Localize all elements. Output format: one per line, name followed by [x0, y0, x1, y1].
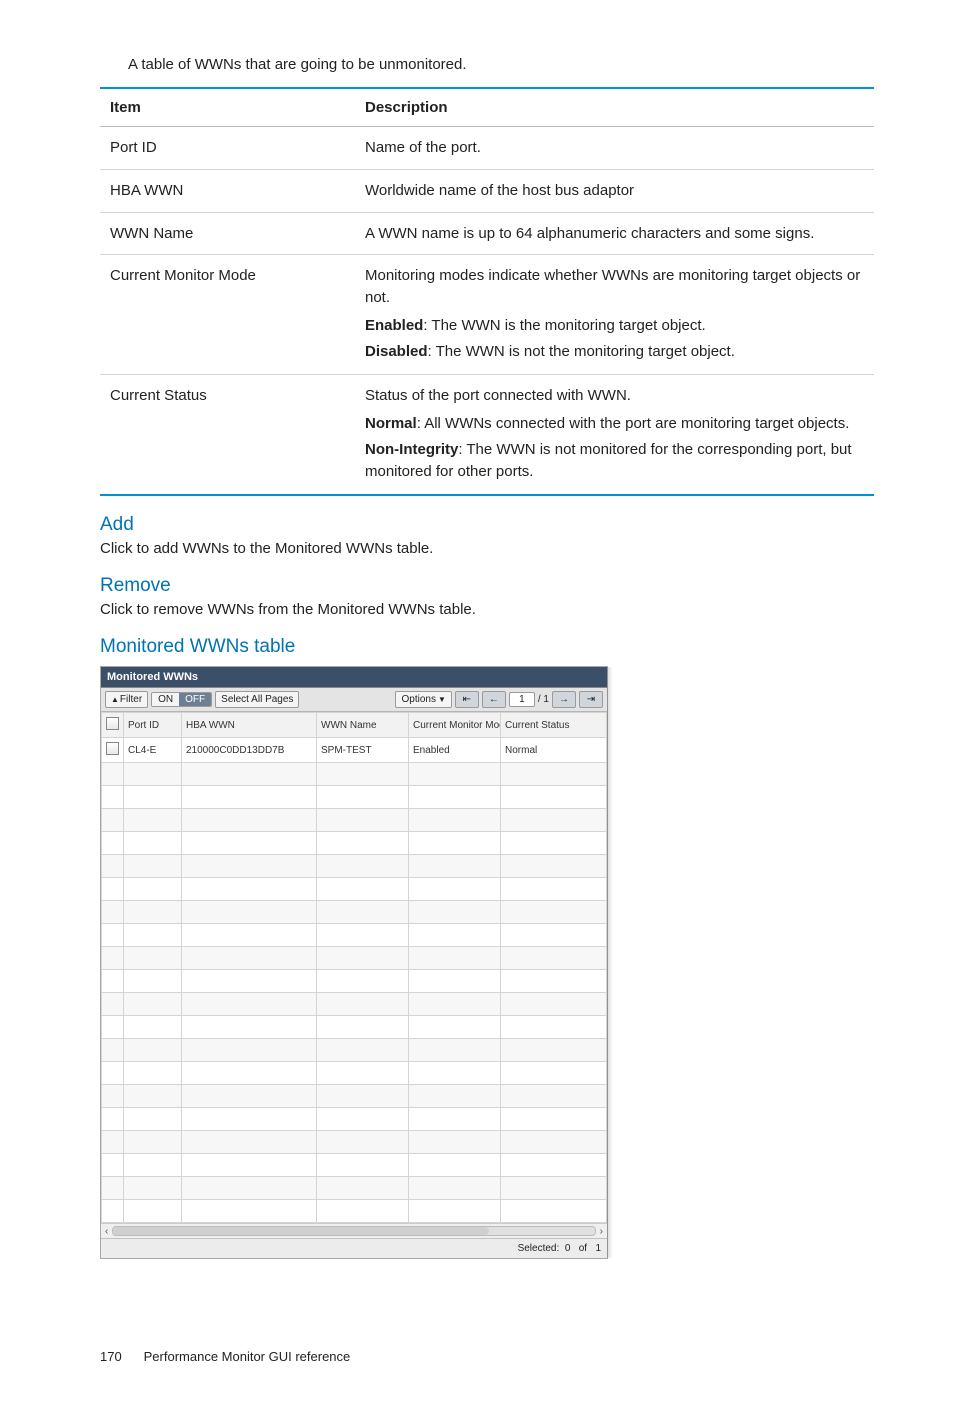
section-remove-title: Remove [100, 575, 874, 597]
table-row [102, 901, 607, 924]
col-status[interactable]: Current Status [501, 713, 607, 738]
section-remove-body: Click to remove WWNs from the Monitored … [100, 601, 874, 618]
desc-item: Current Monitor Mode [100, 255, 355, 375]
horizontal-scrollbar[interactable]: ‹ › [101, 1223, 607, 1238]
table-row[interactable]: CL4-E210000C0DD13DD7BSPM-TESTEnabledNorm… [102, 738, 607, 763]
table-row [102, 1177, 607, 1200]
select-all-pages-button[interactable]: Select All Pages [215, 691, 299, 708]
filter-button[interactable]: ▲Filter [105, 691, 148, 708]
options-button[interactable]: Options▼ [395, 691, 451, 708]
table-row [102, 855, 607, 878]
collapse-icon: ▲ [111, 693, 117, 706]
col-monitor-mode[interactable]: Current Monitor Mode [409, 713, 501, 738]
chevron-down-icon: ▼ [438, 693, 446, 706]
desc-text: A WWN name is up to 64 alphanumeric char… [355, 212, 874, 255]
table-row [102, 1039, 607, 1062]
table-row [102, 924, 607, 947]
table-row [102, 1131, 607, 1154]
col-checkbox[interactable] [102, 713, 124, 738]
table-row [102, 1154, 607, 1177]
desc-text: Monitoring modes indicate whether WWNs a… [355, 255, 874, 375]
table-row [102, 1062, 607, 1085]
cell-wwn-name: SPM-TEST [317, 738, 409, 763]
desc-text: Name of the port. [355, 127, 874, 170]
desc-item: HBA WWN [100, 169, 355, 212]
desc-item: WWN Name [100, 212, 355, 255]
col-wwn-name[interactable]: WWN Name [317, 713, 409, 738]
section-add-title: Add [100, 514, 874, 536]
table-row [102, 947, 607, 970]
on-off-toggle[interactable]: ON OFF [151, 692, 212, 707]
desc-item: Port ID [100, 127, 355, 170]
table-row [102, 809, 607, 832]
th-item: Item [100, 88, 355, 127]
page-footer: 170 Performance Monitor GUI reference [100, 1349, 874, 1364]
page-input[interactable]: 1 [509, 692, 535, 707]
table-row [102, 832, 607, 855]
intro-text: A table of WWNs that are going to be unm… [128, 56, 874, 73]
next-page-button[interactable]: → [552, 691, 576, 708]
desc-item: Current Status [100, 375, 355, 496]
table-row [102, 1085, 607, 1108]
table-row [102, 1108, 607, 1131]
panel-toolbar: ▲Filter ON OFF Select All Pages Options▼… [101, 688, 607, 712]
toggle-on[interactable]: ON [152, 693, 179, 706]
description-table: Item Description Port IDName of the port… [100, 87, 874, 496]
table-row [102, 786, 607, 809]
table-row [102, 1016, 607, 1039]
data-grid: Port ID HBA WWN WWN Name Current Monitor… [101, 712, 607, 1238]
page-footer-title: Performance Monitor GUI reference [144, 1349, 351, 1364]
scrollbar-thumb[interactable] [113, 1227, 488, 1235]
table-row [102, 993, 607, 1016]
desc-text: Worldwide name of the host bus adaptor [355, 169, 874, 212]
table-row [102, 970, 607, 993]
table-row [102, 763, 607, 786]
th-description: Description [355, 88, 874, 127]
table-row [102, 878, 607, 901]
checkbox-icon[interactable] [106, 717, 119, 730]
col-port-id[interactable]: Port ID [124, 713, 182, 738]
desc-text: Status of the port connected with WWN.No… [355, 375, 874, 496]
cell-status: Normal [501, 738, 607, 763]
toggle-off[interactable]: OFF [179, 693, 211, 706]
first-page-button[interactable]: ⇤ [455, 691, 479, 708]
last-page-button[interactable]: ⇥ [579, 691, 603, 708]
cell-hba-wwn: 210000C0DD13DD7B [182, 738, 317, 763]
section-monitored-title: Monitored WWNs table [100, 636, 874, 658]
page-number: 170 [100, 1349, 140, 1364]
table-row [102, 1200, 607, 1223]
scroll-right-icon[interactable]: › [598, 1226, 605, 1237]
cell-port-id: CL4-E [124, 738, 182, 763]
cell-monitor-mode: Enabled [409, 738, 501, 763]
col-hba-wwn[interactable]: HBA WWN [182, 713, 317, 738]
section-add-body: Click to add WWNs to the Monitored WWNs … [100, 540, 874, 557]
panel-footer: Selected: 0 of 1 [101, 1238, 607, 1258]
panel-title: Monitored WWNs [101, 667, 607, 688]
page-total: / 1 [538, 694, 549, 705]
scroll-left-icon[interactable]: ‹ [103, 1226, 110, 1237]
monitored-wwns-panel: Monitored WWNs ▲Filter ON OFF Select All… [100, 666, 608, 1259]
prev-page-button[interactable]: ← [482, 691, 506, 708]
row-checkbox[interactable] [106, 742, 119, 755]
